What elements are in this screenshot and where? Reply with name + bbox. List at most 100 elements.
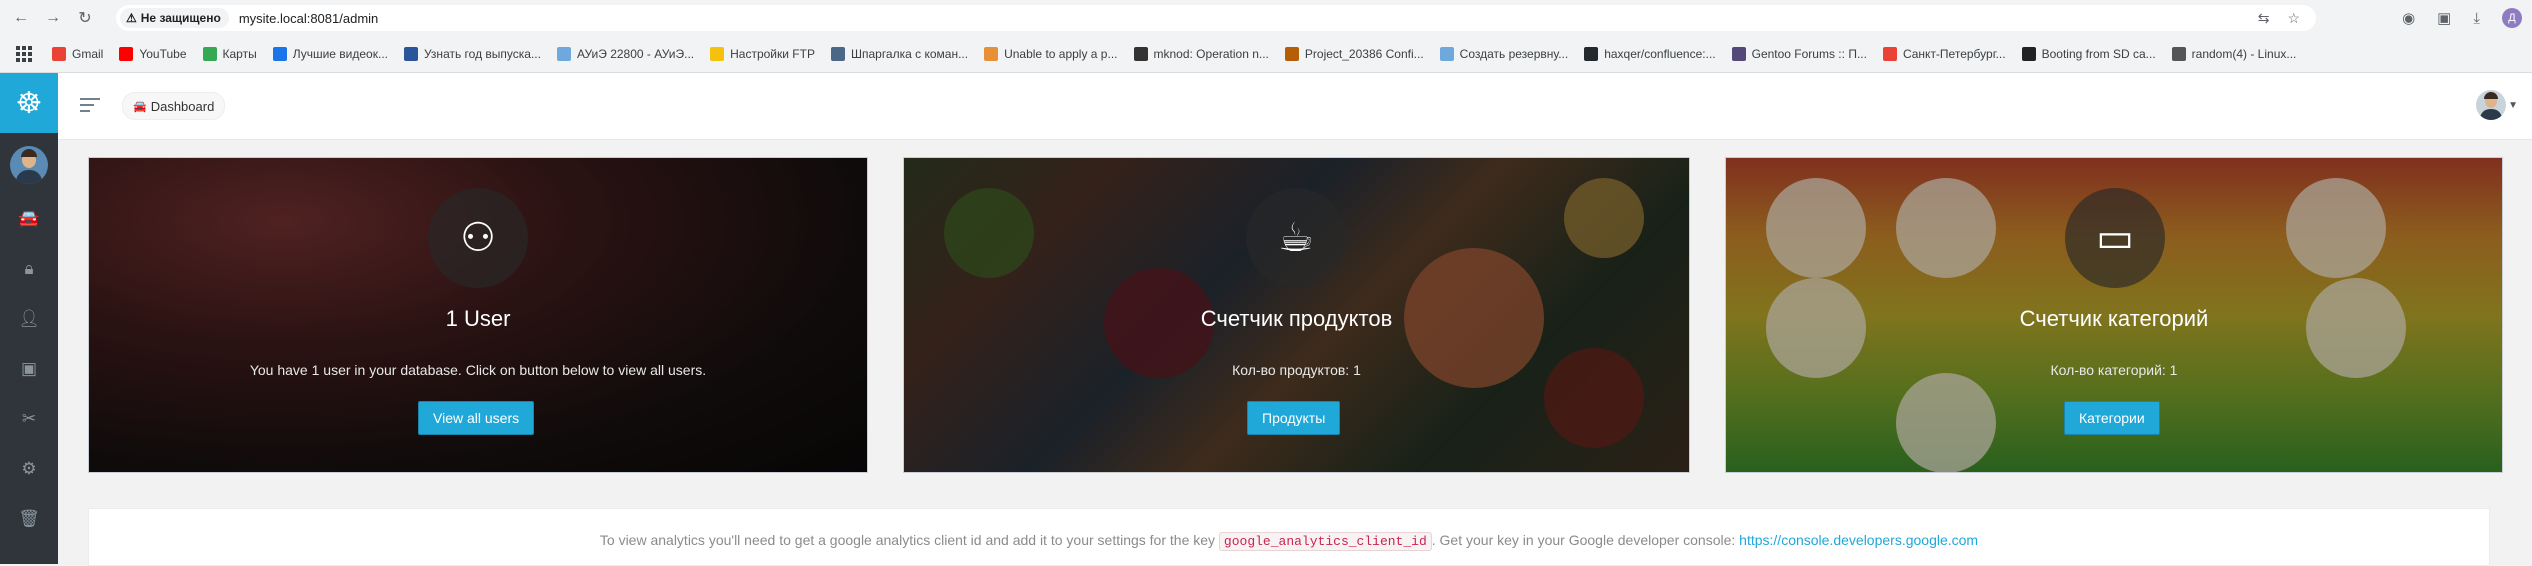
back-icon[interactable]: ←	[8, 5, 34, 31]
bookmark-item[interactable]: YouTube	[119, 47, 187, 61]
products-button[interactable]: Продукты	[1247, 401, 1341, 435]
sidebar-avatar[interactable]	[10, 146, 48, 184]
extensions-puzzle-icon[interactable]: ▣	[2437, 9, 2451, 27]
tools-icon: ✂	[21, 409, 37, 428]
security-chip[interactable]: ⚠ Не защищено	[120, 8, 229, 28]
trash-icon: 🗑︎	[18, 509, 40, 528]
bookmark-item[interactable]: Лучшие видеок...	[272, 47, 388, 61]
bookmark-item[interactable]: Booting from SD ca...	[2021, 47, 2156, 61]
breadcrumb-label: Dashboard	[150, 98, 215, 114]
view-all-users-button[interactable]: View all users	[418, 401, 535, 435]
bookmark-favicon-icon	[556, 47, 571, 61]
products-widget-title: Счетчик продуктов	[1200, 306, 1393, 331]
bookmark-label: Booting from SD ca...	[2041, 47, 2156, 61]
ship-wheel-logo-icon[interactable]: ☸	[0, 73, 58, 133]
cup-icon: ☕︎	[1246, 188, 1346, 288]
bookmark-favicon-icon	[984, 47, 999, 61]
sidebar-item-settings[interactable]: ⚙	[0, 444, 58, 494]
users-group-icon: ⚇	[428, 188, 528, 288]
extension-icon[interactable]: ◉	[2402, 9, 2415, 27]
users-widget-title: 1 User	[445, 306, 511, 331]
reload-icon[interactable]: ↻	[72, 5, 98, 31]
profile-avatar[interactable]: Д	[2502, 8, 2522, 28]
bookmark-item[interactable]: Санкт-Петербург...	[1882, 47, 2006, 61]
developer-console-link[interactable]: https://console.developers.google.com	[1739, 532, 1978, 548]
gear-icon: ⚙	[21, 459, 37, 478]
users-widget-description: You have 1 user in your database. Click …	[249, 362, 707, 378]
bookmark-favicon-icon	[1284, 47, 1299, 61]
bookmark-favicon-icon	[272, 47, 287, 61]
sidebar-item-users[interactable]: 👤︎	[0, 294, 58, 344]
forward-icon[interactable]: →	[40, 5, 66, 31]
analytics-message: To view analytics you'll need to get a g…	[89, 532, 2489, 551]
translate-icon[interactable]: ⇆	[2258, 10, 2270, 27]
bookmark-favicon-icon	[1882, 47, 1897, 61]
bookmark-item[interactable]: Project_20386 Confi...	[1284, 47, 1424, 61]
address-bar[interactable]: ⚠ Не защищено mysite.local:8081/admin ⇆ …	[116, 5, 2316, 31]
bookmark-label: Узнать год выпуска...	[423, 47, 541, 61]
download-icon[interactable]: ⤓	[2473, 10, 2480, 27]
user-icon: 👤︎	[18, 309, 40, 328]
image-icon: ▣	[20, 359, 38, 378]
bookmark-label: Санкт-Петербург...	[1902, 47, 2006, 61]
bookmark-favicon-icon	[2021, 47, 2036, 61]
sidebar: ☸ 🚘 🔒︎ 👤︎ ▣ ✂ ⚙ 🗑︎	[0, 73, 58, 564]
bookmark-favicon-icon	[830, 47, 845, 61]
dashboard-icon: 🚘	[18, 209, 40, 228]
bookmark-item[interactable]: Настройки FTP	[710, 47, 815, 61]
bookmark-item[interactable]: Карты	[202, 47, 257, 61]
sidebar-item-tools[interactable]: ✂	[0, 394, 58, 444]
bookmark-item[interactable]: Узнать год выпуска...	[403, 47, 541, 61]
bookmark-favicon-icon	[202, 47, 217, 61]
folder-icon: ▭	[2065, 188, 2165, 288]
bookmark-item[interactable]: Шпаргалка с коман...	[830, 47, 969, 61]
bookmark-label: Настройки FTP	[730, 47, 815, 61]
avatar[interactable]	[2476, 90, 2507, 120]
sidebar-item-trash[interactable]: 🗑︎	[0, 494, 58, 544]
hamburger-menu-icon[interactable]	[80, 98, 100, 116]
bookmark-label: АУиЭ 22800 - АУиЭ...	[576, 47, 695, 61]
lock-icon: 🔒︎	[24, 259, 34, 278]
chevron-down-icon[interactable]: ▼	[2508, 100, 2518, 111]
security-label: Не защищено	[140, 11, 221, 25]
categories-widget-title: Счетчик категорий	[2019, 306, 2209, 331]
users-widget: ⚇ 1 User You have 1 user in your databas…	[88, 157, 868, 473]
bookmark-star-icon[interactable]: ☆	[2287, 10, 2300, 27]
user-menu[interactable]: ▼	[2476, 90, 2518, 120]
bookmark-favicon-icon	[2171, 47, 2186, 61]
app-header: 🚘 Dashboard ▼	[58, 73, 2532, 140]
sidebar-item-dashboard[interactable]: 🚘	[0, 194, 58, 244]
bookmark-label: Unable to apply a p...	[1004, 47, 1118, 61]
browser-toolbar: ← → ↻ ⚠ Не защищено mysite.local:8081/ad…	[0, 0, 2532, 36]
bookmark-item[interactable]: mknod: Operation n...	[1133, 47, 1269, 61]
url-text[interactable]: mysite.local:8081/admin	[239, 11, 378, 26]
bookmark-label: Шпаргалка с коман...	[850, 47, 969, 61]
breadcrumb[interactable]: 🚘 Dashboard	[122, 92, 226, 120]
bookmark-favicon-icon	[403, 47, 418, 61]
bookmark-item[interactable]: Создать резервну...	[1439, 47, 1568, 61]
sidebar-item-media[interactable]: ▣	[0, 344, 58, 394]
warning-icon: ⚠	[126, 11, 137, 25]
bookmark-favicon-icon	[1439, 47, 1454, 61]
categories-button[interactable]: Категории	[2064, 401, 2160, 435]
analytics-text-before: To view analytics you'll need to get a g…	[599, 532, 1216, 548]
bookmark-favicon-icon	[710, 47, 725, 61]
bookmark-item[interactable]: Gmail	[52, 47, 103, 61]
sidebar-item-security[interactable]: 🔒︎	[0, 244, 58, 294]
apps-grid-icon[interactable]	[14, 44, 34, 64]
bookmark-label: mknod: Operation n...	[1153, 47, 1269, 61]
bookmark-item[interactable]: АУиЭ 22800 - АУиЭ...	[556, 47, 695, 61]
bookmark-item[interactable]: Gentoo Forums :: П...	[1731, 47, 1867, 61]
bookmarks-bar: Gmail YouTube Карты Лучшие видеок... Узн…	[0, 36, 2532, 73]
bookmark-label: random(4) - Linux...	[2191, 47, 2297, 61]
products-widget: ☕︎ Счетчик продуктов Кол-во продуктов: 1…	[903, 157, 1690, 473]
bookmark-label: Лучшие видеок...	[292, 47, 388, 61]
bookmark-item[interactable]: Unable to apply a p...	[984, 47, 1118, 61]
bookmark-item[interactable]: haxqer/confluence:...	[1584, 47, 1716, 61]
bookmark-favicon-icon	[1133, 47, 1148, 61]
bookmark-item[interactable]: random(4) - Linux...	[2171, 47, 2297, 61]
bookmark-favicon-icon	[1731, 47, 1746, 61]
bookmark-label: YouTube	[139, 47, 187, 61]
bookmark-label: Gentoo Forums :: П...	[1751, 47, 1867, 61]
bookmark-label: Карты	[222, 47, 257, 61]
